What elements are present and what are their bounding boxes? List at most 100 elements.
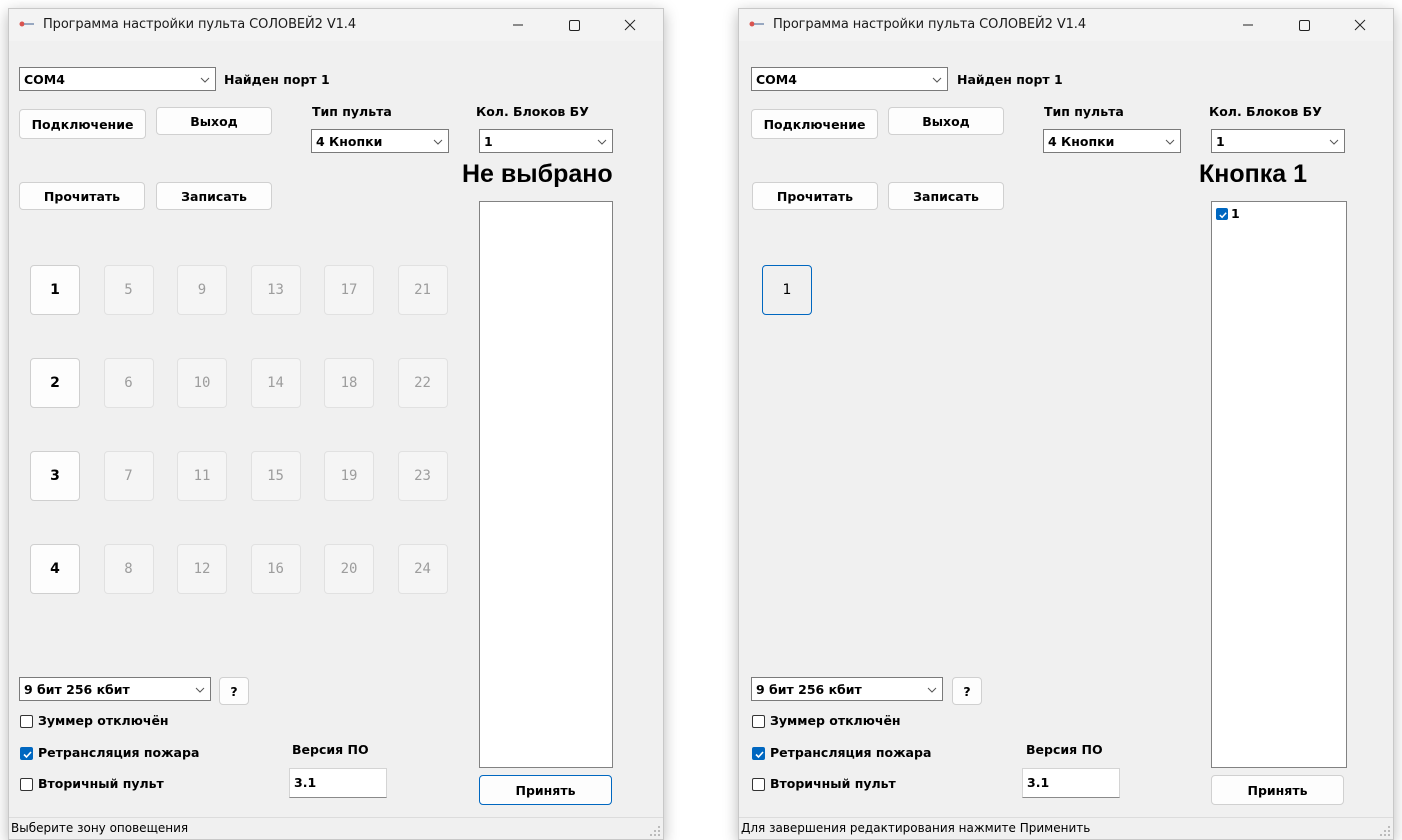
fw-version-label: Версия ПО	[292, 742, 369, 757]
blocks-count-select[interactable]: 1	[479, 129, 613, 153]
connect-button-label: Подключение	[763, 117, 866, 132]
chevron-down-icon	[200, 77, 210, 83]
minimize-button[interactable]	[1225, 9, 1271, 41]
zone-button: 18	[324, 358, 374, 408]
window-title: Программа настройки пульта СОЛОВЕЙ2 V1.4	[773, 17, 1086, 32]
console-type-label: Тип пульта	[1044, 104, 1124, 119]
checkmark-icon	[755, 751, 764, 759]
status-bar: Выберите зону оповещения	[9, 817, 663, 839]
port-select-value: COM4	[756, 72, 797, 87]
resize-grip-icon[interactable]	[1379, 825, 1391, 837]
app-icon	[749, 21, 764, 27]
close-button[interactable]	[607, 9, 653, 41]
connect-button-label: Подключение	[31, 117, 134, 132]
blocks-count-value: 1	[484, 134, 493, 149]
apply-button[interactable]: Принять	[479, 775, 612, 805]
selection-title: Кнопка 1	[1199, 160, 1307, 188]
baud-value: 9 бит 256 кбит	[756, 682, 862, 697]
chevron-down-icon	[932, 77, 942, 83]
fire-relay-label: Ретрансляция пожара	[770, 745, 932, 760]
zone-button[interactable]: 2	[30, 358, 80, 408]
secondary-console-label: Вторичный пульт	[38, 776, 164, 791]
maximize-icon	[1299, 20, 1310, 31]
title-bar[interactable]: Программа настройки пульта СОЛОВЕЙ2 V1.4	[739, 9, 1393, 41]
maximize-button[interactable]	[1281, 9, 1327, 41]
chevron-down-icon	[597, 139, 607, 145]
exit-button-label: Выход	[922, 114, 970, 129]
chevron-down-icon	[927, 687, 937, 693]
console-type-value: 4 Кнопки	[316, 134, 383, 149]
zone-button[interactable]: 3	[30, 451, 80, 501]
port-status-label: Найден порт 1	[224, 72, 330, 87]
blocks-count-label: Кол. Блоков БУ	[476, 104, 589, 119]
console-type-select[interactable]: 4 Кнопки	[311, 129, 449, 153]
zone-button: 17	[324, 265, 374, 315]
zone-button[interactable]: 4	[30, 544, 80, 594]
blocks-count-select[interactable]: 1	[1211, 129, 1345, 153]
chevron-down-icon	[1165, 139, 1175, 145]
read-button[interactable]: Прочитать	[19, 182, 145, 210]
port-select[interactable]: COM4	[751, 67, 948, 91]
zone-button[interactable]: 1	[762, 265, 812, 315]
help-button[interactable]: ?	[952, 677, 982, 705]
list-item-label: 1	[1231, 206, 1240, 221]
blocks-count-value: 1	[1216, 134, 1225, 149]
checkbox-box	[752, 715, 765, 728]
secondary-console-label: Вторичный пульт	[770, 776, 896, 791]
help-button[interactable]: ?	[219, 677, 249, 705]
chevron-down-icon	[433, 139, 443, 145]
zone-button: 15	[250, 451, 301, 501]
port-select[interactable]: COM4	[19, 67, 216, 91]
fw-version-field[interactable]: 3.1	[289, 768, 387, 798]
apply-button[interactable]: Принять	[1211, 775, 1344, 805]
status-text: Для завершения редактирования нажмите Пр…	[741, 821, 1091, 835]
connect-button[interactable]: Подключение	[751, 109, 878, 139]
port-select-value: COM4	[24, 72, 65, 87]
minimize-icon	[1243, 24, 1253, 26]
resize-grip-icon[interactable]	[649, 825, 661, 837]
zone-button: 11	[177, 451, 227, 501]
apply-button-label: Принять	[1247, 783, 1308, 798]
zone-button: 13	[250, 265, 301, 315]
zone-button: 16	[250, 544, 301, 594]
baud-select[interactable]: 9 бит 256 кбит	[19, 677, 211, 701]
baud-select[interactable]: 9 бит 256 кбит	[751, 677, 943, 701]
maximize-button[interactable]	[551, 9, 597, 41]
read-button-label: Прочитать	[776, 189, 854, 204]
write-button[interactable]: Записать	[156, 182, 272, 210]
connect-button[interactable]: Подключение	[19, 109, 146, 139]
checkmark-icon	[1219, 212, 1227, 219]
app-icon	[19, 21, 34, 27]
help-button-label: ?	[230, 684, 238, 699]
chevron-down-icon	[1329, 139, 1339, 145]
unit-listbox[interactable]: 1	[1211, 201, 1347, 768]
window-title: Программа настройки пульта СОЛОВЕЙ2 V1.4	[43, 17, 356, 32]
config-window-left: Программа настройки пульта СОЛОВЕЙ2 V1.4…	[8, 8, 664, 840]
zone-button: 20	[324, 544, 374, 594]
write-button[interactable]: Записать	[888, 182, 1004, 210]
write-button-label: Записать	[913, 189, 979, 204]
console-type-select[interactable]: 4 Кнопки	[1043, 129, 1181, 153]
write-button-label: Записать	[181, 189, 247, 204]
exit-button[interactable]: Выход	[888, 107, 1004, 135]
close-button[interactable]	[1337, 9, 1383, 41]
maximize-icon	[569, 20, 580, 31]
fw-version-field[interactable]: 3.1	[1022, 768, 1120, 798]
exit-button-label: Выход	[190, 114, 238, 129]
unit-listbox[interactable]	[479, 201, 613, 768]
console-type-label: Тип пульта	[312, 104, 392, 119]
title-bar[interactable]: Программа настройки пульта СОЛОВЕЙ2 V1.4	[9, 9, 663, 41]
zone-button: 23	[397, 451, 448, 501]
baud-value: 9 бит 256 кбит	[24, 682, 130, 697]
read-button-label: Прочитать	[43, 189, 121, 204]
fire-relay-label: Ретрансляция пожара	[38, 745, 200, 760]
read-button[interactable]: Прочитать	[752, 182, 878, 210]
status-bar: Для завершения редактирования нажмите Пр…	[739, 817, 1393, 839]
fw-version-value: 3.1	[1027, 775, 1050, 790]
minimize-button[interactable]	[495, 9, 541, 41]
zone-button[interactable]: 1	[30, 265, 80, 315]
exit-button[interactable]: Выход	[156, 107, 272, 135]
zone-button: 9	[177, 265, 227, 315]
apply-button-label: Принять	[515, 783, 576, 798]
checkbox-box	[20, 747, 33, 760]
